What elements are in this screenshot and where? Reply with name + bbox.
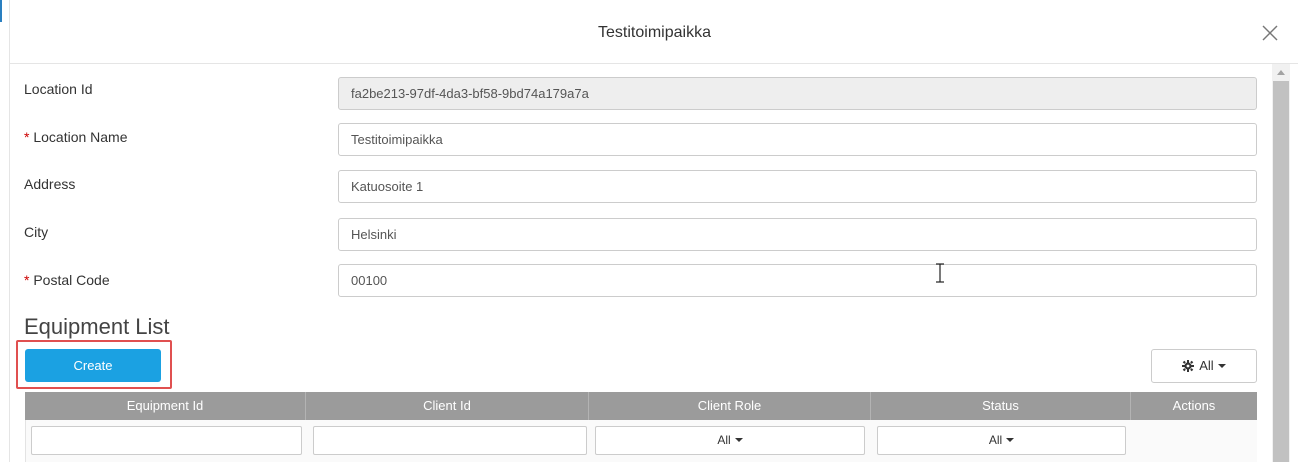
- column-header-client-id[interactable]: Client Id: [306, 392, 589, 420]
- location-name-label-text: Location Name: [33, 129, 128, 145]
- close-icon: [1262, 25, 1278, 41]
- chevron-up-icon: [1277, 70, 1285, 75]
- create-button-highlight: Create: [16, 340, 172, 389]
- equipment-list-title: Equipment List: [24, 314, 170, 339]
- modal-header: Testitoimipaikka: [10, 0, 1298, 64]
- column-filter-button[interactable]: All: [1151, 349, 1257, 383]
- scrollbar-thumb[interactable]: [1273, 81, 1289, 462]
- column-header-actions: Actions: [1172, 398, 1216, 413]
- caret-down-icon: [1217, 364, 1226, 368]
- column-header-status[interactable]: Status: [871, 392, 1131, 420]
- status-filter-value: All: [988, 433, 1003, 447]
- column-header-client-role[interactable]: Client Role: [589, 392, 871, 420]
- modal-title: Testitoimipaikka: [598, 24, 711, 41]
- equipment-table-filter-row: All All: [25, 420, 1257, 462]
- postal-code-label: * Postal Code: [24, 270, 110, 290]
- required-mark: *: [24, 129, 30, 145]
- address-input[interactable]: Katuosoite 1: [338, 170, 1257, 203]
- city-input[interactable]: Helsinki: [338, 218, 1257, 251]
- column-header-equipment-id[interactable]: Equipment Id: [25, 392, 306, 420]
- address-label-text: Address: [24, 176, 76, 192]
- caret-down-icon: [1006, 438, 1015, 442]
- location-modal: Testitoimipaikka Location Id fa2be213-97…: [9, 0, 1298, 462]
- location-id-label-text: Location Id: [24, 81, 93, 97]
- city-label: City: [24, 222, 48, 242]
- location-name-label: * Location Name: [24, 127, 128, 147]
- modal-scrollbar[interactable]: [1272, 64, 1290, 462]
- postal-code-input[interactable]: 00100: [338, 264, 1257, 297]
- scroll-up-button[interactable]: [1272, 64, 1290, 81]
- client-id-filter-input[interactable]: [313, 426, 587, 455]
- equipment-table-header: Equipment Id Client Id Client Role Statu…: [25, 392, 1257, 420]
- location-id-field: fa2be213-97df-4da3-bf58-9bd74a179a7a: [338, 77, 1257, 110]
- location-name-input[interactable]: Testitoimipaikka: [338, 123, 1257, 156]
- city-label-text: City: [24, 224, 49, 240]
- close-button[interactable]: [1259, 22, 1281, 44]
- client-role-filter-value: All: [717, 433, 731, 447]
- postal-code-label-text: Postal Code: [33, 272, 110, 288]
- location-id-label: Location Id: [24, 79, 93, 99]
- caret-down-icon: [734, 438, 743, 442]
- create-button[interactable]: Create: [25, 349, 161, 382]
- equipment-id-filter-input[interactable]: [31, 426, 302, 455]
- background-window-edge: [0, 0, 2, 22]
- column-filter-label: All: [1199, 358, 1214, 373]
- required-mark: *: [24, 272, 30, 288]
- gear-icon: [1182, 360, 1195, 372]
- status-filter-select[interactable]: All: [877, 426, 1126, 455]
- i-beam-cursor-icon: [935, 263, 945, 288]
- address-label: Address: [24, 174, 75, 194]
- client-role-filter-select[interactable]: All: [595, 426, 865, 455]
